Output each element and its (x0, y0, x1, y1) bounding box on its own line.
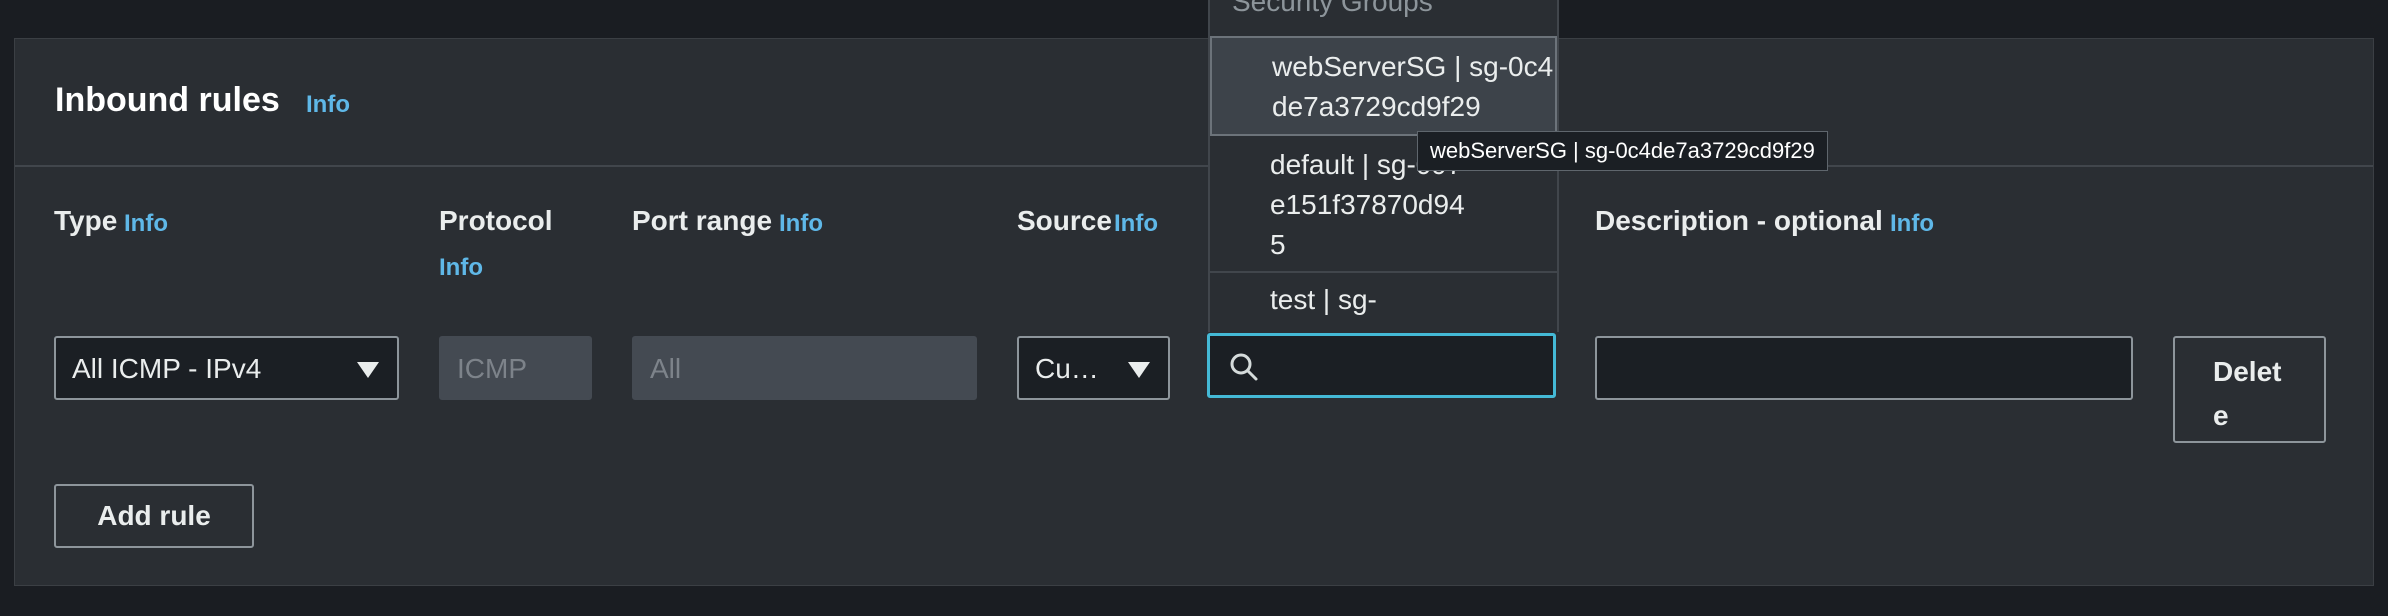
port-range-info-link[interactable]: Info (779, 210, 823, 238)
source-info-link[interactable]: Info (1114, 210, 1158, 238)
source-type-value: Cu… (1035, 353, 1099, 384)
type-select-value: All ICMP - IPv4 (72, 353, 262, 384)
dropdown-option[interactable]: webServerSG | sg-0c4de7a3729cd9f29 (1210, 36, 1557, 136)
description-label: Description - optional (1595, 205, 1883, 236)
inbound-rules-panel: Inbound rules Info (14, 38, 2374, 586)
protocol-value: ICMP (457, 353, 527, 384)
search-icon (1230, 353, 1258, 381)
type-select[interactable]: All ICMP - IPv4 (54, 336, 399, 400)
type-label: Type (54, 205, 118, 236)
source-label: Source (1017, 205, 1112, 236)
protocol-info-link[interactable]: Info (439, 254, 483, 282)
panel-header: Inbound rules Info (15, 39, 2373, 167)
port-range-field: All (632, 336, 977, 400)
port-range-label: Port range (632, 205, 773, 236)
dropdown-option[interactable]: test | sg- (1210, 280, 1557, 332)
source-type-select[interactable]: Cu… (1017, 336, 1170, 400)
title-info-link[interactable]: Info (306, 91, 350, 119)
add-rule-button[interactable]: Add rule (54, 484, 254, 548)
caret-down-icon (1128, 362, 1150, 378)
caret-down-icon (357, 362, 379, 378)
dropdown-divider (1210, 271, 1557, 273)
source-search-input[interactable] (1207, 333, 1556, 398)
panel-title: Inbound rules (55, 81, 280, 119)
dropdown-group-header: Security Groups (1232, 0, 1433, 17)
port-range-value: All (650, 353, 682, 384)
protocol-field: ICMP (439, 336, 592, 400)
description-input[interactable] (1595, 336, 2133, 400)
protocol-label: Protocol (439, 205, 553, 236)
tooltip: webServerSG | sg-0c4de7a3729cd9f29 (1417, 131, 1828, 171)
type-info-link[interactable]: Info (124, 210, 168, 238)
delete-rule-button[interactable]: Delete (2173, 336, 2326, 443)
description-info-link[interactable]: Info (1890, 210, 1934, 238)
